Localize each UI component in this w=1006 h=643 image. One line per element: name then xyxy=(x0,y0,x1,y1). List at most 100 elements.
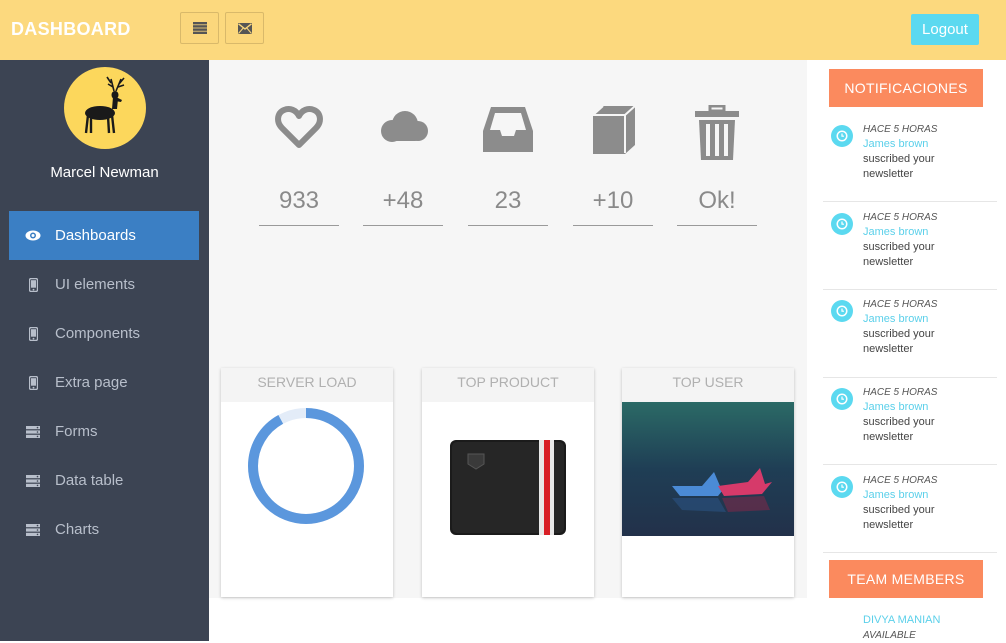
stat-divider xyxy=(573,225,653,226)
notification-message: suscribed your xyxy=(863,416,935,428)
sidebar-item-charts[interactable]: Charts xyxy=(9,505,199,554)
divider xyxy=(823,289,997,290)
notification-message: newsletter xyxy=(863,343,914,355)
server-icon xyxy=(9,425,55,438)
sidebar-item-label: UI elements xyxy=(55,276,136,293)
notification-item[interactable]: HACE 5 HORAS James brown suscribed your … xyxy=(829,297,989,385)
divider xyxy=(823,377,997,378)
notification-item[interactable]: HACE 5 HORAS James brown suscribed your … xyxy=(829,473,989,561)
clock-icon xyxy=(831,213,853,235)
stat-trash: Ok! xyxy=(677,105,757,226)
heart-icon xyxy=(275,106,323,148)
card-title: SERVER LOAD xyxy=(221,368,393,402)
brand-title: DASHBOARD xyxy=(11,19,131,39)
notification-time: HACE 5 HORAS xyxy=(863,124,938,135)
mobile-icon xyxy=(9,277,55,292)
sidebar-item-ui-elements[interactable]: UI elements xyxy=(9,260,199,309)
member-name[interactable]: DIVYA MANIAN xyxy=(863,613,940,628)
inbox-icon xyxy=(483,107,533,152)
top-user-card: TOP USER xyxy=(622,368,794,597)
notifications-header: NOTIFICACIONES xyxy=(829,69,983,107)
logout-button[interactable]: Logout xyxy=(911,14,979,45)
stat-book: +10 xyxy=(573,105,653,226)
clock-icon xyxy=(831,125,853,147)
mobile-icon xyxy=(9,375,55,390)
book-icon xyxy=(592,105,636,154)
team-member[interactable]: DIVYA MANIAN AVAILABLE xyxy=(863,613,940,643)
server-load-donut xyxy=(248,408,364,524)
sidebar-item-label: Forms xyxy=(55,423,98,440)
sidebar-item-label: Dashboards xyxy=(55,227,136,244)
notification-item[interactable]: HACE 5 HORAS James brown suscribed your … xyxy=(829,210,989,298)
main-content: 933 +48 23 +10 Ok! SERVER LOAD TOP PRODU… xyxy=(209,60,807,598)
notification-time: HACE 5 HORAS xyxy=(863,212,938,223)
stat-value: +48 xyxy=(382,187,424,214)
stat-value: 23 xyxy=(494,187,522,214)
divider xyxy=(823,201,997,202)
notification-user[interactable]: James brown xyxy=(863,225,937,240)
notification-time: HACE 5 HORAS xyxy=(863,299,938,310)
paper-boats-image xyxy=(622,402,794,536)
server-icon xyxy=(9,474,55,487)
wallet-image xyxy=(450,440,566,535)
server-load-arc xyxy=(248,408,364,524)
stat-value: 933 xyxy=(278,187,320,214)
mobile-icon xyxy=(9,326,55,341)
server-icon xyxy=(9,523,55,536)
team-members-header: TEAM MEMBERS xyxy=(829,560,983,598)
sidebar-item-components[interactable]: Components xyxy=(9,309,199,358)
divider xyxy=(823,464,997,465)
clock-icon xyxy=(831,300,853,322)
sidebar-item-extra-page[interactable]: Extra page xyxy=(9,358,199,407)
sidebar-item-forms[interactable]: Forms xyxy=(9,407,199,456)
notification-time: HACE 5 HORAS xyxy=(863,475,938,486)
server-load-card: SERVER LOAD xyxy=(221,368,393,597)
stat-value: +10 xyxy=(592,187,634,214)
stat-divider xyxy=(677,225,757,226)
notification-time: HACE 5 HORAS xyxy=(863,387,938,398)
stat-cloud: +48 xyxy=(363,105,443,226)
cloud-icon xyxy=(381,111,428,142)
notification-message: suscribed your xyxy=(863,241,935,253)
eye-icon xyxy=(9,230,55,241)
notification-message: newsletter xyxy=(863,168,914,180)
notification-message: newsletter xyxy=(863,519,914,531)
divider xyxy=(823,552,997,553)
notification-user[interactable]: James brown xyxy=(863,488,937,503)
notification-message: suscribed your xyxy=(863,328,935,340)
trash-icon xyxy=(695,105,739,160)
stat-divider xyxy=(363,225,443,226)
stat-divider xyxy=(468,225,548,226)
notification-message: suscribed your xyxy=(863,504,935,516)
sidebar-item-label: Data table xyxy=(55,472,124,489)
right-panel: NOTIFICACIONES HACE 5 HORAS James brown … xyxy=(807,60,1006,641)
card-title: TOP USER xyxy=(622,368,794,402)
stat-value: Ok! xyxy=(698,187,736,214)
sidebar-item-label: Extra page xyxy=(55,374,128,391)
notification-message: newsletter xyxy=(863,256,914,268)
notification-user[interactable]: James brown xyxy=(863,400,937,415)
avatar xyxy=(64,67,146,149)
stat-divider xyxy=(259,225,339,226)
clock-icon xyxy=(831,476,853,498)
notification-user[interactable]: James brown xyxy=(863,137,937,152)
notification-message: suscribed your xyxy=(863,153,935,165)
sidebar-item-label: Components xyxy=(55,325,141,342)
deer-icon xyxy=(84,76,125,134)
user-name: Marcel Newman xyxy=(50,164,159,181)
stat-likes: 933 xyxy=(259,105,339,226)
notification-message: newsletter xyxy=(863,431,914,443)
sidebar: Marcel Newman Dashboards UI elements Com… xyxy=(0,60,209,641)
messages-button[interactable] xyxy=(225,12,264,44)
notification-item[interactable]: HACE 5 HORAS James brown suscribed your … xyxy=(829,385,989,473)
sidebar-item-dashboards[interactable]: Dashboards xyxy=(9,211,199,260)
top-bar: DASHBOARD Logout xyxy=(0,0,1006,60)
stat-inbox: 23 xyxy=(468,105,548,226)
notification-user[interactable]: James brown xyxy=(863,312,937,327)
sidebar-item-data-table[interactable]: Data table xyxy=(9,456,199,505)
list-button[interactable] xyxy=(180,12,219,44)
list-icon xyxy=(192,22,207,34)
clock-icon xyxy=(831,388,853,410)
sidebar-item-label: Charts xyxy=(55,521,100,538)
notification-item[interactable]: HACE 5 HORAS James brown suscribed your … xyxy=(829,122,989,210)
